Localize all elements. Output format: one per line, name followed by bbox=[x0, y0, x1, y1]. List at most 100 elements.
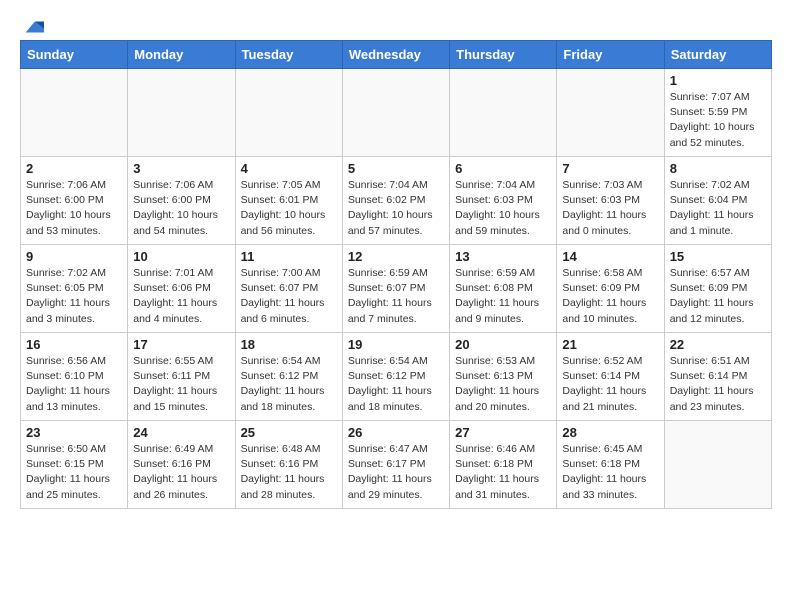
day-info: Sunrise: 6:54 AM Sunset: 6:12 PM Dayligh… bbox=[241, 354, 337, 415]
day-cell bbox=[342, 69, 449, 157]
day-info: Sunrise: 7:06 AM Sunset: 6:00 PM Dayligh… bbox=[133, 178, 229, 239]
day-cell: 10 Sunrise: 7:01 AM Sunset: 6:06 PM Dayli… bbox=[128, 245, 235, 333]
day-number: 7 bbox=[562, 161, 658, 176]
day-info: Sunrise: 6:56 AM Sunset: 6:10 PM Dayligh… bbox=[26, 354, 122, 415]
day-info: Sunrise: 7:06 AM Sunset: 6:00 PM Dayligh… bbox=[26, 178, 122, 239]
day-cell: 7 Sunrise: 7:03 AM Sunset: 6:03 PM Daylig… bbox=[557, 157, 664, 245]
week-row-1: 1Sunrise: 7:07 AM Sunset: 5:59 PM Daylig… bbox=[21, 69, 772, 157]
day-number: 11 bbox=[241, 249, 337, 264]
logo-icon bbox=[22, 16, 44, 38]
day-cell: 12 Sunrise: 6:59 AM Sunset: 6:07 PM Dayli… bbox=[342, 245, 449, 333]
day-info: Sunrise: 6:48 AM Sunset: 6:16 PM Dayligh… bbox=[241, 442, 337, 503]
day-number: 21 bbox=[562, 337, 658, 352]
day-cell: 5 Sunrise: 7:04 AM Sunset: 6:02 PM Daylig… bbox=[342, 157, 449, 245]
day-cell bbox=[128, 69, 235, 157]
day-number: 8 bbox=[670, 161, 766, 176]
day-info: Sunrise: 7:02 AM Sunset: 6:04 PM Dayligh… bbox=[670, 178, 766, 239]
day-number: 27 bbox=[455, 425, 551, 440]
day-info: Sunrise: 7:02 AM Sunset: 6:05 PM Dayligh… bbox=[26, 266, 122, 327]
page: SundayMondayTuesdayWednesdayThursdayFrid… bbox=[0, 0, 792, 519]
week-row-3: 9 Sunrise: 7:02 AM Sunset: 6:05 PM Daylig… bbox=[21, 245, 772, 333]
logo bbox=[20, 16, 44, 32]
header bbox=[20, 16, 772, 32]
day-cell: 19 Sunrise: 6:54 AM Sunset: 6:12 PM Dayli… bbox=[342, 333, 449, 421]
day-cell: 23 Sunrise: 6:50 AM Sunset: 6:15 PM Dayli… bbox=[21, 421, 128, 509]
day-cell bbox=[664, 421, 771, 509]
day-number: 20 bbox=[455, 337, 551, 352]
week-row-2: 2 Sunrise: 7:06 AM Sunset: 6:00 PM Daylig… bbox=[21, 157, 772, 245]
day-info: Sunrise: 6:51 AM Sunset: 6:14 PM Dayligh… bbox=[670, 354, 766, 415]
day-number: 26 bbox=[348, 425, 444, 440]
day-cell bbox=[450, 69, 557, 157]
day-number: 1 bbox=[670, 73, 766, 88]
day-cell: 25 Sunrise: 6:48 AM Sunset: 6:16 PM Dayli… bbox=[235, 421, 342, 509]
weekday-header-thursday: Thursday bbox=[450, 41, 557, 69]
day-cell: 17Sunrise: 6:55 AM Sunset: 6:11 PM Dayli… bbox=[128, 333, 235, 421]
day-info: Sunrise: 6:52 AM Sunset: 6:14 PM Dayligh… bbox=[562, 354, 658, 415]
day-info: Sunrise: 7:03 AM Sunset: 6:03 PM Dayligh… bbox=[562, 178, 658, 239]
day-cell: 14 Sunrise: 6:58 AM Sunset: 6:09 PM Dayli… bbox=[557, 245, 664, 333]
weekday-header-row: SundayMondayTuesdayWednesdayThursdayFrid… bbox=[21, 41, 772, 69]
day-cell: 9 Sunrise: 7:02 AM Sunset: 6:05 PM Daylig… bbox=[21, 245, 128, 333]
day-info: Sunrise: 6:46 AM Sunset: 6:18 PM Dayligh… bbox=[455, 442, 551, 503]
day-info: Sunrise: 7:00 AM Sunset: 6:07 PM Dayligh… bbox=[241, 266, 337, 327]
day-info: Sunrise: 6:50 AM Sunset: 6:15 PM Dayligh… bbox=[26, 442, 122, 503]
day-number: 19 bbox=[348, 337, 444, 352]
day-info: Sunrise: 6:54 AM Sunset: 6:12 PM Dayligh… bbox=[348, 354, 444, 415]
week-row-4: 16 Sunrise: 6:56 AM Sunset: 6:10 PM Dayli… bbox=[21, 333, 772, 421]
day-cell bbox=[235, 69, 342, 157]
day-number: 16 bbox=[26, 337, 122, 352]
day-number: 22 bbox=[670, 337, 766, 352]
day-number: 3 bbox=[133, 161, 229, 176]
day-info: Sunrise: 6:59 AM Sunset: 6:07 PM Dayligh… bbox=[348, 266, 444, 327]
day-number: 2 bbox=[26, 161, 122, 176]
day-cell: 28 Sunrise: 6:45 AM Sunset: 6:18 PM Dayli… bbox=[557, 421, 664, 509]
day-cell: 13Sunrise: 6:59 AM Sunset: 6:08 PM Dayli… bbox=[450, 245, 557, 333]
day-info: Sunrise: 6:57 AM Sunset: 6:09 PM Dayligh… bbox=[670, 266, 766, 327]
weekday-header-monday: Monday bbox=[128, 41, 235, 69]
day-number: 4 bbox=[241, 161, 337, 176]
day-number: 13 bbox=[455, 249, 551, 264]
day-info: Sunrise: 7:05 AM Sunset: 6:01 PM Dayligh… bbox=[241, 178, 337, 239]
day-cell: 8 Sunrise: 7:02 AM Sunset: 6:04 PM Daylig… bbox=[664, 157, 771, 245]
day-cell bbox=[557, 69, 664, 157]
calendar: SundayMondayTuesdayWednesdayThursdayFrid… bbox=[20, 40, 772, 509]
weekday-header-tuesday: Tuesday bbox=[235, 41, 342, 69]
day-info: Sunrise: 6:47 AM Sunset: 6:17 PM Dayligh… bbox=[348, 442, 444, 503]
day-number: 18 bbox=[241, 337, 337, 352]
day-cell: 18 Sunrise: 6:54 AM Sunset: 6:12 PM Dayli… bbox=[235, 333, 342, 421]
weekday-header-friday: Friday bbox=[557, 41, 664, 69]
day-cell: 20 Sunrise: 6:53 AM Sunset: 6:13 PM Dayli… bbox=[450, 333, 557, 421]
day-number: 10 bbox=[133, 249, 229, 264]
day-number: 9 bbox=[26, 249, 122, 264]
day-cell: 24Sunrise: 6:49 AM Sunset: 6:16 PM Dayli… bbox=[128, 421, 235, 509]
day-cell: 22 Sunrise: 6:51 AM Sunset: 6:14 PM Dayli… bbox=[664, 333, 771, 421]
day-number: 15 bbox=[670, 249, 766, 264]
day-number: 25 bbox=[241, 425, 337, 440]
day-number: 24 bbox=[133, 425, 229, 440]
day-cell: 27 Sunrise: 6:46 AM Sunset: 6:18 PM Dayli… bbox=[450, 421, 557, 509]
day-cell: 26 Sunrise: 6:47 AM Sunset: 6:17 PM Dayli… bbox=[342, 421, 449, 509]
day-cell: 1Sunrise: 7:07 AM Sunset: 5:59 PM Daylig… bbox=[664, 69, 771, 157]
day-number: 12 bbox=[348, 249, 444, 264]
day-number: 14 bbox=[562, 249, 658, 264]
day-number: 6 bbox=[455, 161, 551, 176]
day-info: Sunrise: 6:53 AM Sunset: 6:13 PM Dayligh… bbox=[455, 354, 551, 415]
day-number: 28 bbox=[562, 425, 658, 440]
day-cell: 15 Sunrise: 6:57 AM Sunset: 6:09 PM Dayli… bbox=[664, 245, 771, 333]
weekday-header-saturday: Saturday bbox=[664, 41, 771, 69]
day-cell: 21 Sunrise: 6:52 AM Sunset: 6:14 PM Dayli… bbox=[557, 333, 664, 421]
day-cell: 4 Sunrise: 7:05 AM Sunset: 6:01 PM Daylig… bbox=[235, 157, 342, 245]
week-row-5: 23 Sunrise: 6:50 AM Sunset: 6:15 PM Dayli… bbox=[21, 421, 772, 509]
day-number: 5 bbox=[348, 161, 444, 176]
day-info: Sunrise: 6:45 AM Sunset: 6:18 PM Dayligh… bbox=[562, 442, 658, 503]
day-cell: 16 Sunrise: 6:56 AM Sunset: 6:10 PM Dayli… bbox=[21, 333, 128, 421]
day-info: Sunrise: 7:04 AM Sunset: 6:02 PM Dayligh… bbox=[348, 178, 444, 239]
day-info: Sunrise: 7:04 AM Sunset: 6:03 PM Dayligh… bbox=[455, 178, 551, 239]
day-cell: 2 Sunrise: 7:06 AM Sunset: 6:00 PM Daylig… bbox=[21, 157, 128, 245]
day-cell: 6 Sunrise: 7:04 AM Sunset: 6:03 PM Daylig… bbox=[450, 157, 557, 245]
day-info: Sunrise: 6:58 AM Sunset: 6:09 PM Dayligh… bbox=[562, 266, 658, 327]
day-number: 23 bbox=[26, 425, 122, 440]
day-cell bbox=[21, 69, 128, 157]
day-info: Sunrise: 7:01 AM Sunset: 6:06 PM Dayligh… bbox=[133, 266, 229, 327]
